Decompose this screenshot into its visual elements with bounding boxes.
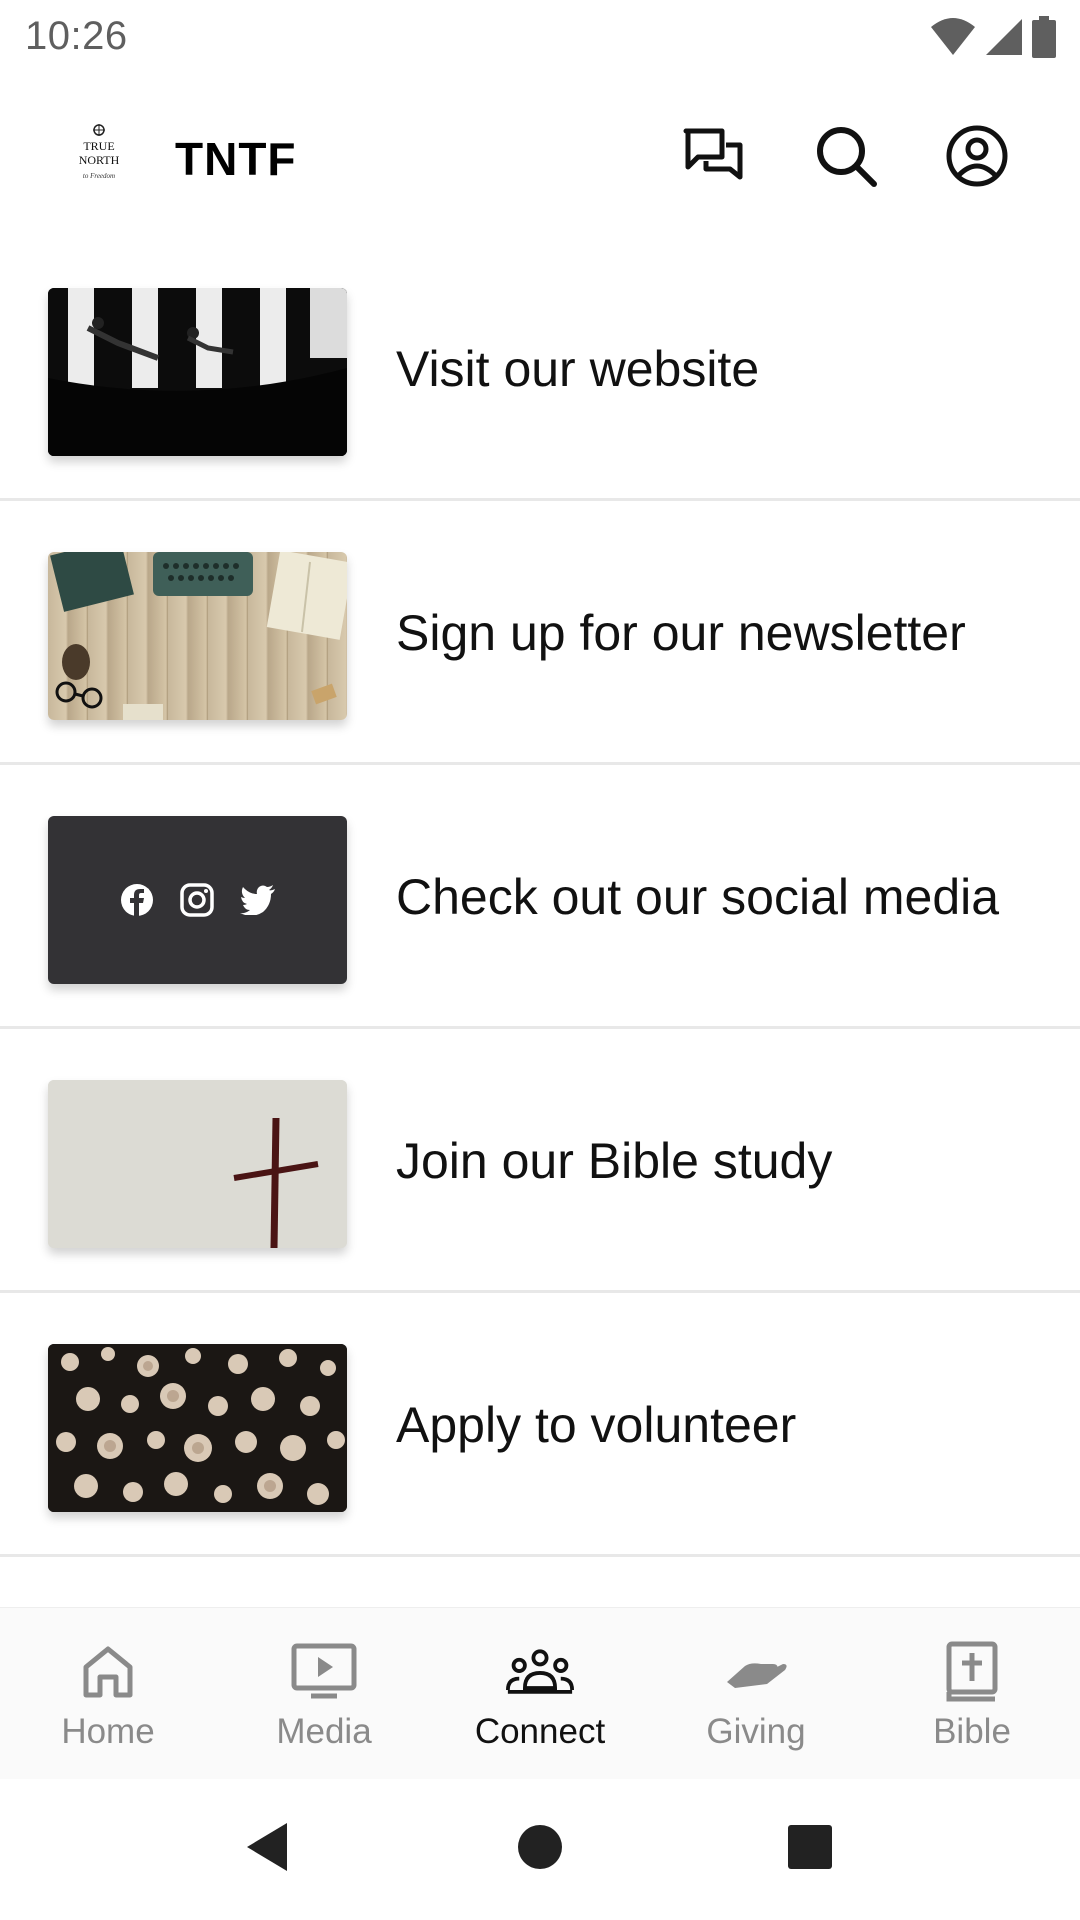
list-item-label: Join our Bible study	[396, 1133, 833, 1189]
search-button[interactable]	[812, 122, 880, 190]
crosswalk-image	[48, 288, 347, 456]
system-recents-button[interactable]	[770, 1807, 850, 1887]
list-item-label: Sign up for our newsletter	[396, 605, 966, 661]
instagram-icon	[179, 883, 214, 917]
home-icon	[83, 1646, 133, 1698]
recents-square-icon	[788, 1825, 832, 1869]
chat-icon	[683, 128, 743, 180]
svg-text:TRUE: TRUE	[83, 139, 114, 153]
nav-label: Bible	[933, 1712, 1011, 1751]
messages-button[interactable]	[679, 122, 747, 190]
battery-icon	[1032, 16, 1056, 58]
media-icon	[291, 1643, 357, 1699]
typewriter-desk-image	[50, 552, 347, 720]
cellular-signal-icon	[986, 19, 1022, 55]
list-item-bible-study[interactable]: Join our Bible study	[0, 1029, 1080, 1293]
list-item-label: Check out our social media	[396, 869, 1000, 925]
list-item-label: Apply to volunteer	[396, 1397, 797, 1453]
system-home-button[interactable]	[500, 1807, 580, 1887]
nav-label: Connect	[474, 1712, 606, 1751]
svg-text:NORTH: NORTH	[79, 153, 120, 167]
back-triangle-icon	[247, 1823, 287, 1871]
bottom-navigation: Home Media Connect Giving Bible	[0, 1607, 1080, 1779]
log-stack-image	[48, 1344, 347, 1512]
true-north-logo[interactable]: TRUE NORTH to Freedom	[63, 122, 135, 186]
newsletter-thumbnail	[48, 552, 347, 720]
app-bar: TRUE NORTH to Freedom TNTF	[0, 74, 1080, 242]
nav-item-home[interactable]: Home	[0, 1608, 216, 1780]
search-icon	[817, 127, 877, 187]
list-item-social[interactable]: Check out our social media	[0, 765, 1080, 1029]
list-item-volunteer[interactable]: Apply to volunteer	[0, 1293, 1080, 1557]
volunteer-thumbnail	[48, 1344, 347, 1512]
svg-text:to Freedom: to Freedom	[83, 172, 115, 180]
website-thumbnail	[48, 288, 347, 456]
profile-button[interactable]	[943, 122, 1011, 190]
nav-label: Home	[61, 1712, 155, 1751]
nav-label: Media	[276, 1712, 372, 1751]
giving-hand-icon	[727, 1663, 787, 1688]
connect-list: Visit our website Sign up for our newsle…	[0, 237, 1080, 1557]
status-time: 10:26	[25, 14, 128, 58]
facebook-icon	[120, 884, 153, 916]
people-icon	[506, 1649, 574, 1694]
twitter-icon	[239, 885, 275, 915]
nav-label: Giving	[706, 1712, 806, 1751]
list-item-newsletter[interactable]: Sign up for our newsletter	[0, 501, 1080, 765]
status-bar: 10:26	[0, 0, 1080, 74]
bible-study-thumbnail	[48, 1080, 347, 1248]
account-circle-icon	[946, 125, 1008, 187]
status-icons	[930, 16, 1056, 58]
bible-icon	[946, 1641, 998, 1702]
social-thumbnail	[48, 816, 347, 984]
app-title: TNTF	[175, 133, 297, 185]
nav-item-giving[interactable]: Giving	[648, 1608, 864, 1780]
system-back-button[interactable]	[227, 1807, 307, 1887]
cross-image	[48, 1080, 347, 1248]
nav-item-bible[interactable]: Bible	[864, 1608, 1080, 1780]
home-circle-icon	[518, 1825, 562, 1869]
nav-item-connect[interactable]: Connect	[432, 1608, 648, 1780]
list-item-label: Visit our website	[396, 341, 760, 397]
wifi-icon	[931, 18, 975, 55]
nav-item-media[interactable]: Media	[216, 1608, 432, 1780]
list-item-website[interactable]: Visit our website	[0, 237, 1080, 501]
system-navigation-bar	[0, 1779, 1080, 1920]
